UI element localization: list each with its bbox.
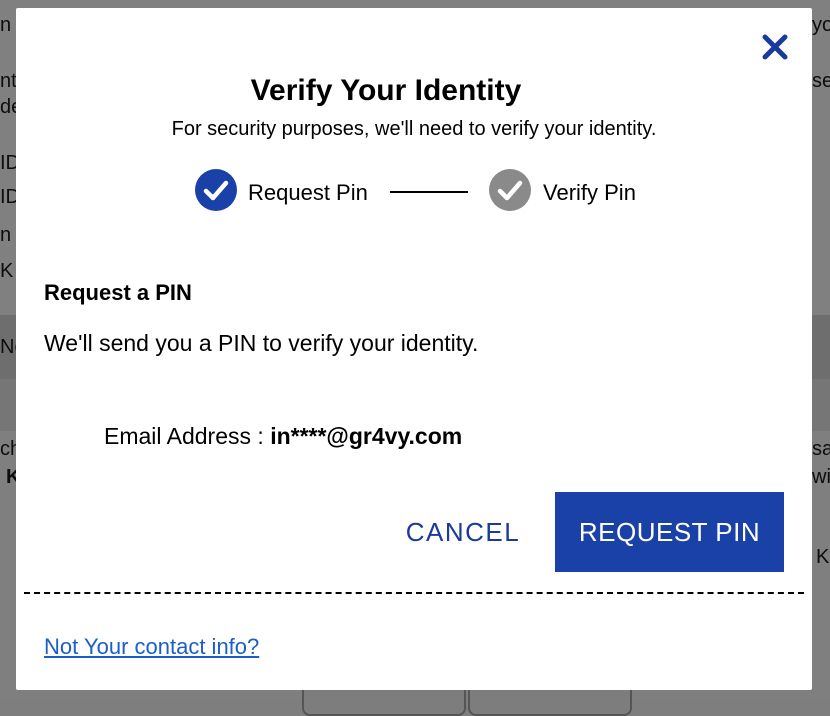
- dialog-subtitle: For security purposes, we'll need to ver…: [171, 118, 657, 140]
- not-your-contact-info-link[interactable]: Not Your contact info?: [44, 634, 259, 660]
- close-button[interactable]: [758, 30, 792, 64]
- close-icon: [762, 34, 788, 60]
- background-text: K: [0, 260, 14, 282]
- step-verify-pin-label: Verify Pin: [543, 180, 636, 205]
- progress-steps: Request Pin Verify Pin: [194, 168, 674, 214]
- email-address-value: in****@gr4vy.com: [270, 423, 463, 449]
- cancel-button[interactable]: CANCEL: [388, 500, 538, 564]
- background-text: sa: [812, 438, 830, 460]
- background-text: se: [812, 70, 830, 92]
- step-request-pin-label: Request Pin: [248, 180, 368, 205]
- background-text: yo: [812, 14, 830, 36]
- section-title: Request a PIN: [44, 280, 192, 305]
- email-address-label: Email Address :: [104, 423, 271, 449]
- section-description: We'll send you a PIN to verify your iden…: [44, 330, 479, 356]
- email-address-row: Email Address : in****@gr4vy.com: [104, 423, 462, 450]
- request-pin-button[interactable]: REQUEST PIN: [555, 492, 784, 572]
- dashed-divider: [24, 592, 804, 594]
- dialog-title: Verify Your Identity: [250, 74, 522, 107]
- step-request-pin-check-icon: [194, 168, 238, 212]
- background-text: n: [0, 14, 12, 36]
- step-verify-pin-check-icon: [488, 168, 532, 212]
- background-text: n: [0, 224, 12, 246]
- background-text: nt: [0, 70, 17, 92]
- background-text: wi: [812, 466, 830, 488]
- background-text: K: [816, 546, 830, 568]
- verify-identity-dialog: Verify Your Identity For security purpos…: [16, 8, 812, 690]
- step-connector: [390, 191, 468, 193]
